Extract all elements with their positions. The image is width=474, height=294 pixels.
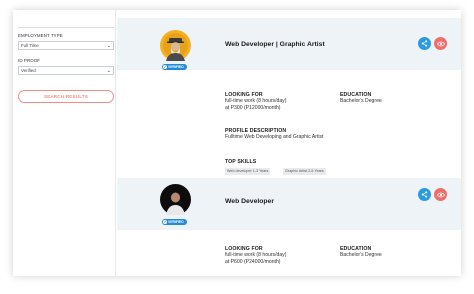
- education-value: Bachelor's Degree: [340, 98, 382, 104]
- id-proof-select[interactable]: Verified ⌄: [18, 66, 114, 75]
- filter-panel: EMPLOYMENT TYPE Full Time ⌄ ID PROOF Ver…: [13, 10, 115, 276]
- candidate-title[interactable]: Web Developer | Graphic Artist: [225, 41, 325, 48]
- chevron-down-icon: ⌄: [106, 68, 111, 74]
- share-icon: [421, 191, 428, 198]
- app-window: EMPLOYMENT TYPE Full Time ⌄ ID PROOF Ver…: [13, 10, 461, 276]
- filter-divider: [18, 27, 114, 28]
- id-proof-label: ID PROOF: [18, 58, 41, 63]
- check-icon: ✓: [163, 220, 167, 224]
- eye-icon: [436, 192, 445, 197]
- verified-badge: ✓ VERIFIED: [162, 219, 187, 225]
- education-value: Bachelor's Degree: [340, 252, 382, 258]
- view-profile-button[interactable]: [434, 37, 447, 50]
- search-results-button[interactable]: SEARCH RESULTS: [18, 90, 114, 103]
- share-button[interactable]: [418, 37, 431, 50]
- avatar[interactable]: [160, 30, 191, 61]
- share-button[interactable]: [418, 188, 431, 201]
- employment-type-value: Full Time: [21, 43, 39, 48]
- id-proof-value: Verified: [21, 68, 36, 73]
- chevron-down-icon: ⌄: [106, 43, 111, 49]
- panel-divider: [115, 10, 116, 276]
- view-profile-button[interactable]: [434, 188, 447, 201]
- avatar[interactable]: [160, 184, 191, 215]
- verified-badge: ✓ VERIFIED: [162, 64, 187, 70]
- looking-for-line: at P300 (P12000/month): [225, 105, 281, 111]
- looking-for-line: at P600 (P24000/month): [225, 259, 281, 265]
- candidate-title[interactable]: Web Developer: [225, 198, 274, 205]
- employment-type-label: EMPLOYMENT TYPE: [18, 33, 63, 38]
- employment-type-select[interactable]: Full Time ⌄: [18, 41, 114, 50]
- skill-tag: Graphic Artist 2-5 Years: [283, 168, 326, 175]
- eye-icon: [436, 41, 445, 46]
- share-icon: [421, 40, 428, 47]
- skill-tag: Web developer 1-3 Years: [225, 168, 271, 175]
- check-icon: ✓: [163, 65, 167, 69]
- top-skills-label: TOP SKILLS: [225, 159, 257, 165]
- profile-description: Fulltime Web Developing and Graphic Arti…: [225, 134, 324, 140]
